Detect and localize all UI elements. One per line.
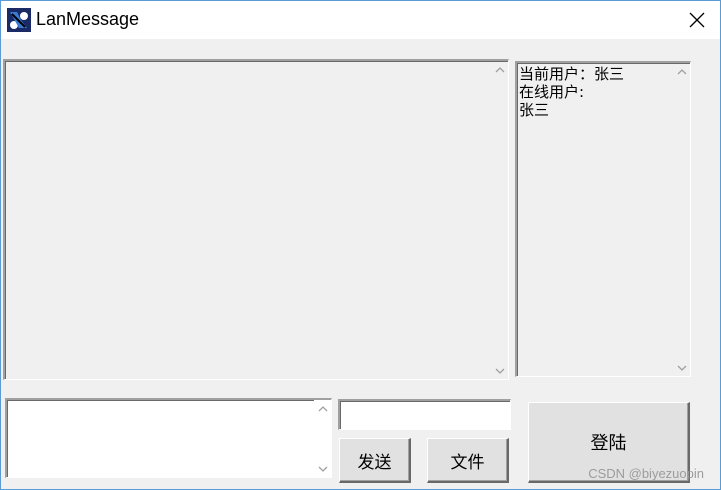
chevron-down-icon [318, 466, 327, 472]
chat-history-box[interactable] [3, 59, 509, 380]
chevron-up-icon [318, 405, 327, 411]
user-list-scrollbar[interactable] [673, 63, 690, 376]
chevron-down-icon [677, 365, 686, 371]
online-user-item: 张三 [519, 101, 550, 119]
chevron-down-icon [495, 368, 504, 374]
watermark: CSDN @biyezuopin [588, 466, 704, 481]
scroll-down-button[interactable] [314, 460, 331, 477]
current-user-line: 当前用户：张三 [519, 65, 625, 83]
title-bar: LanMessage [1, 1, 720, 39]
scroll-down-button[interactable] [673, 359, 690, 376]
close-icon [689, 12, 705, 28]
app-logo-icon [7, 8, 31, 32]
target-input[interactable] [338, 399, 511, 430]
file-button[interactable]: 文件 [427, 438, 509, 483]
chat-history-scrollbar[interactable] [491, 61, 508, 379]
message-input[interactable] [5, 398, 332, 478]
message-input-scrollbar[interactable] [314, 400, 331, 477]
chevron-up-icon [677, 68, 686, 74]
close-button[interactable] [674, 1, 720, 39]
user-list-text: 当前用户：张三 在线用户: 张三 [519, 65, 624, 119]
window-title: LanMessage [36, 9, 140, 29]
send-button[interactable]: 发送 [339, 438, 411, 483]
scroll-down-button[interactable] [491, 362, 508, 379]
scroll-up-button[interactable] [314, 400, 331, 417]
chevron-up-icon [495, 66, 504, 72]
scroll-up-button[interactable] [491, 61, 508, 78]
app-window: LanMessage 当前用户：张三 在线用户: 张三 发送 文件 登陆 CSD… [0, 0, 721, 490]
scroll-up-button[interactable] [673, 63, 690, 80]
online-users-label: 在线用户: [519, 83, 585, 101]
user-list-box[interactable]: 当前用户：张三 在线用户: 张三 [515, 61, 691, 377]
